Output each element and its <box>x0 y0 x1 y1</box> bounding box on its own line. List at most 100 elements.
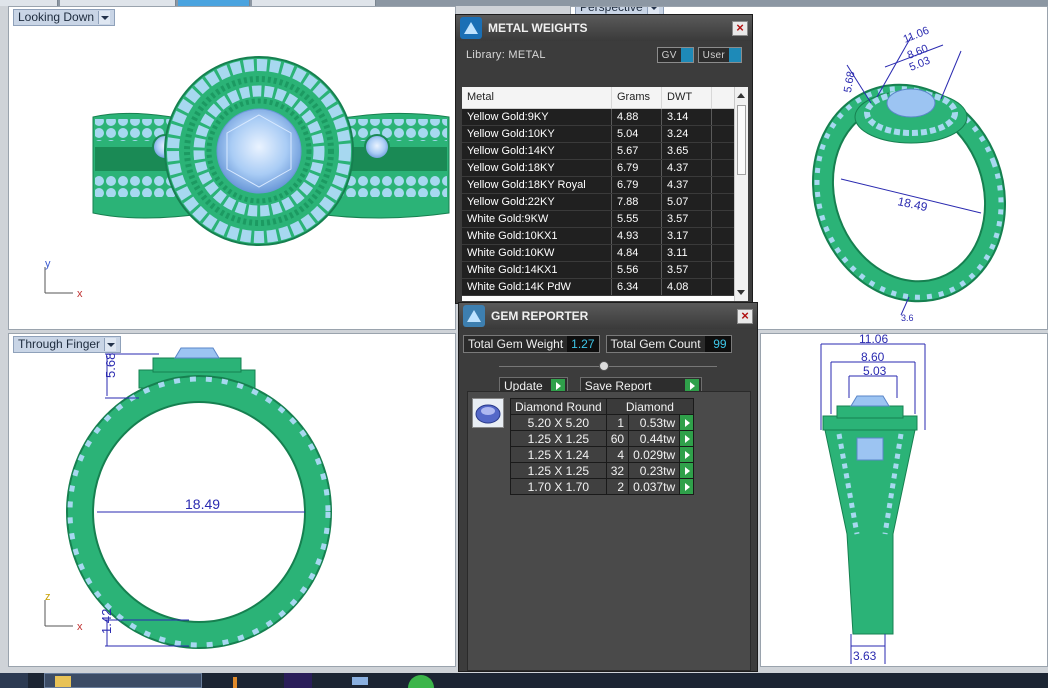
splitter-slider[interactable] <box>499 359 717 371</box>
gem-weight-cell: 0.029tw <box>628 446 681 463</box>
network-icon[interactable] <box>350 673 370 688</box>
dwt-cell: 3.57 <box>662 211 712 227</box>
grams-cell: 6.79 <box>612 160 662 176</box>
gem-count-cell: 4 <box>605 446 630 463</box>
gem-weight-cell: 0.037tw <box>628 478 681 495</box>
metal-name-cell: White Gold:10KW <box>462 245 612 261</box>
axis-z-label: z <box>45 591 51 603</box>
dwt-cell: 4.37 <box>662 177 712 193</box>
view-selector-dropdown[interactable]: Through Finger <box>13 336 122 353</box>
dimension-band-label: 1.42 <box>99 609 114 634</box>
gem-rows: 5.20 X 5.20 1 0.53tw 1.25 X 1.25 60 0.44tw 1.2… <box>510 414 695 495</box>
total-gem-weight-field: Total Gem Weight 1.27 <box>463 335 600 353</box>
grams-cell: 5.04 <box>612 126 662 142</box>
row-play-arrow-icon[interactable] <box>679 430 695 447</box>
gem-reporter-titlebar[interactable]: GEM REPORTER × <box>459 303 757 329</box>
table-row[interactable]: Yellow Gold:18KY Royal 6.79 4.37 <box>462 177 748 194</box>
dwt-cell: 4.08 <box>662 279 712 295</box>
viewport-looking-down[interactable]: y x Looking Down <box>8 6 456 330</box>
column-header-metal[interactable]: Metal <box>462 87 612 108</box>
gem-table-header-material: Diamond <box>605 398 695 415</box>
row-play-arrow-icon[interactable] <box>679 462 695 479</box>
dimension-diameter-label: 18.49 <box>185 496 220 512</box>
chevron-down-icon[interactable] <box>98 11 111 24</box>
tray-icon[interactable] <box>1018 673 1038 688</box>
chevron-down-icon[interactable] <box>104 338 117 351</box>
gem-size-cell: 1.25 X 1.24 <box>510 446 607 463</box>
row-play-arrow-icon[interactable] <box>679 414 695 431</box>
scroll-up-icon[interactable] <box>737 93 745 98</box>
view-label: Through Finger <box>18 337 101 351</box>
taskbar <box>0 673 1048 688</box>
viewport-through-finger[interactable]: 5.68 18.49 1.42 z x Through Finger <box>8 333 456 667</box>
grams-cell: 5.67 <box>612 143 662 159</box>
chevron-down-icon[interactable] <box>646 7 659 14</box>
axis-indicator: z x <box>44 591 83 633</box>
close-button[interactable]: × <box>737 308 753 324</box>
folder-icon <box>55 676 71 687</box>
dwt-cell: 3.65 <box>662 143 712 159</box>
view-selector-dropdown[interactable]: Looking Down <box>13 9 116 26</box>
row-play-arrow-icon[interactable] <box>679 478 695 495</box>
gem-size-cell: 1.25 X 1.25 <box>510 462 607 479</box>
dimension-a-label: 11.06 <box>902 25 931 46</box>
metal-weights-titlebar[interactable]: METAL WEIGHTS × <box>456 15 752 41</box>
table-row[interactable]: Yellow Gold:9KY 4.88 3.14 <box>462 109 748 126</box>
metal-name-cell: White Gold:14KX1 <box>462 262 612 278</box>
table-row: 1.70 X 1.70 2 0.037tw <box>510 478 695 495</box>
green-app-icon[interactable] <box>406 673 436 688</box>
axis-x-label: x <box>77 621 83 633</box>
metal-weights-logo-icon <box>460 17 482 39</box>
metal-weights-dialog[interactable]: METAL WEIGHTS × Library: METAL GV User M… <box>455 14 753 304</box>
gem-size-cell: 1.25 X 1.25 <box>510 430 607 447</box>
dimension-b-label: 8.60 <box>861 350 885 364</box>
gem-weight-cell: 0.44tw <box>628 430 681 447</box>
after-effects-icon[interactable] <box>284 673 312 688</box>
scroll-down-icon[interactable] <box>737 290 745 295</box>
gem-reporter-dialog[interactable]: GEM REPORTER × Total Gem Weight 1.27 Tot… <box>458 302 758 672</box>
dimension-c-label: 5.03 <box>863 364 887 378</box>
dialog-title: METAL WEIGHTS <box>488 21 588 35</box>
gv-toggle[interactable]: GV <box>656 47 694 63</box>
grams-cell: 4.93 <box>612 228 662 244</box>
column-header-grams[interactable]: Grams <box>612 87 662 108</box>
viewport-front[interactable]: 11.06 8.60 5.03 3.63 <box>760 333 1048 667</box>
row-play-arrow-icon[interactable] <box>679 446 695 463</box>
close-button[interactable]: × <box>732 20 748 36</box>
gem-count-cell: 60 <box>605 430 630 447</box>
table-row[interactable]: Yellow Gold:22KY 7.88 5.07 <box>462 194 748 211</box>
dwt-cell: 5.07 <box>662 194 712 210</box>
table-row[interactable]: White Gold:10KX1 4.93 3.17 <box>462 228 748 245</box>
total-gem-count-field: Total Gem Count 99 <box>605 335 732 353</box>
table-row[interactable]: White Gold:14K PdW 6.34 4.08 <box>462 279 748 296</box>
dwt-cell: 3.24 <box>662 126 712 142</box>
table-row[interactable]: White Gold:9KW 5.55 3.57 <box>462 211 748 228</box>
start-button[interactable] <box>0 673 28 688</box>
table-row[interactable]: Yellow Gold:14KY 5.67 3.65 <box>462 143 748 160</box>
table-row[interactable]: Yellow Gold:10KY 5.04 3.24 <box>462 126 748 143</box>
table-row[interactable]: White Gold:10KW 4.84 3.11 <box>462 245 748 262</box>
gem-reporter-logo-icon <box>463 305 485 327</box>
metal-table[interactable]: Metal Grams DWT Yellow Gold:9KY 4.88 3.14 Y… <box>462 87 748 301</box>
pencil-icon[interactable] <box>230 673 240 688</box>
total-gem-count-value: 99 <box>704 336 731 352</box>
library-label: Library: METAL <box>466 49 546 61</box>
axis-indicator: y x <box>44 258 83 300</box>
dwt-cell: 3.11 <box>662 245 712 261</box>
dimension-small-label: 3.6 <box>901 313 914 323</box>
table-row[interactable]: Yellow Gold:18KY 6.79 4.37 <box>462 160 748 177</box>
dialog-title: GEM REPORTER <box>491 309 589 323</box>
gem-count-cell: 32 <box>605 462 630 479</box>
table-row: 1.25 X 1.25 32 0.23tw <box>510 462 695 479</box>
grams-cell: 6.79 <box>612 177 662 193</box>
taskbar-folder-button[interactable] <box>44 673 202 688</box>
toggle-switch-icon <box>680 48 693 62</box>
column-header-dwt[interactable]: DWT <box>662 87 712 108</box>
table-row[interactable]: White Gold:14KX1 5.56 3.57 <box>462 262 748 279</box>
slider-knob-icon[interactable] <box>599 361 609 371</box>
metal-name-cell: Yellow Gold:10KY <box>462 126 612 142</box>
library-bar: Library: METAL GV User <box>456 41 752 69</box>
metal-table-scrollbar[interactable] <box>734 87 748 301</box>
scroll-thumb[interactable] <box>737 105 746 175</box>
user-toggle[interactable]: User <box>697 47 742 63</box>
